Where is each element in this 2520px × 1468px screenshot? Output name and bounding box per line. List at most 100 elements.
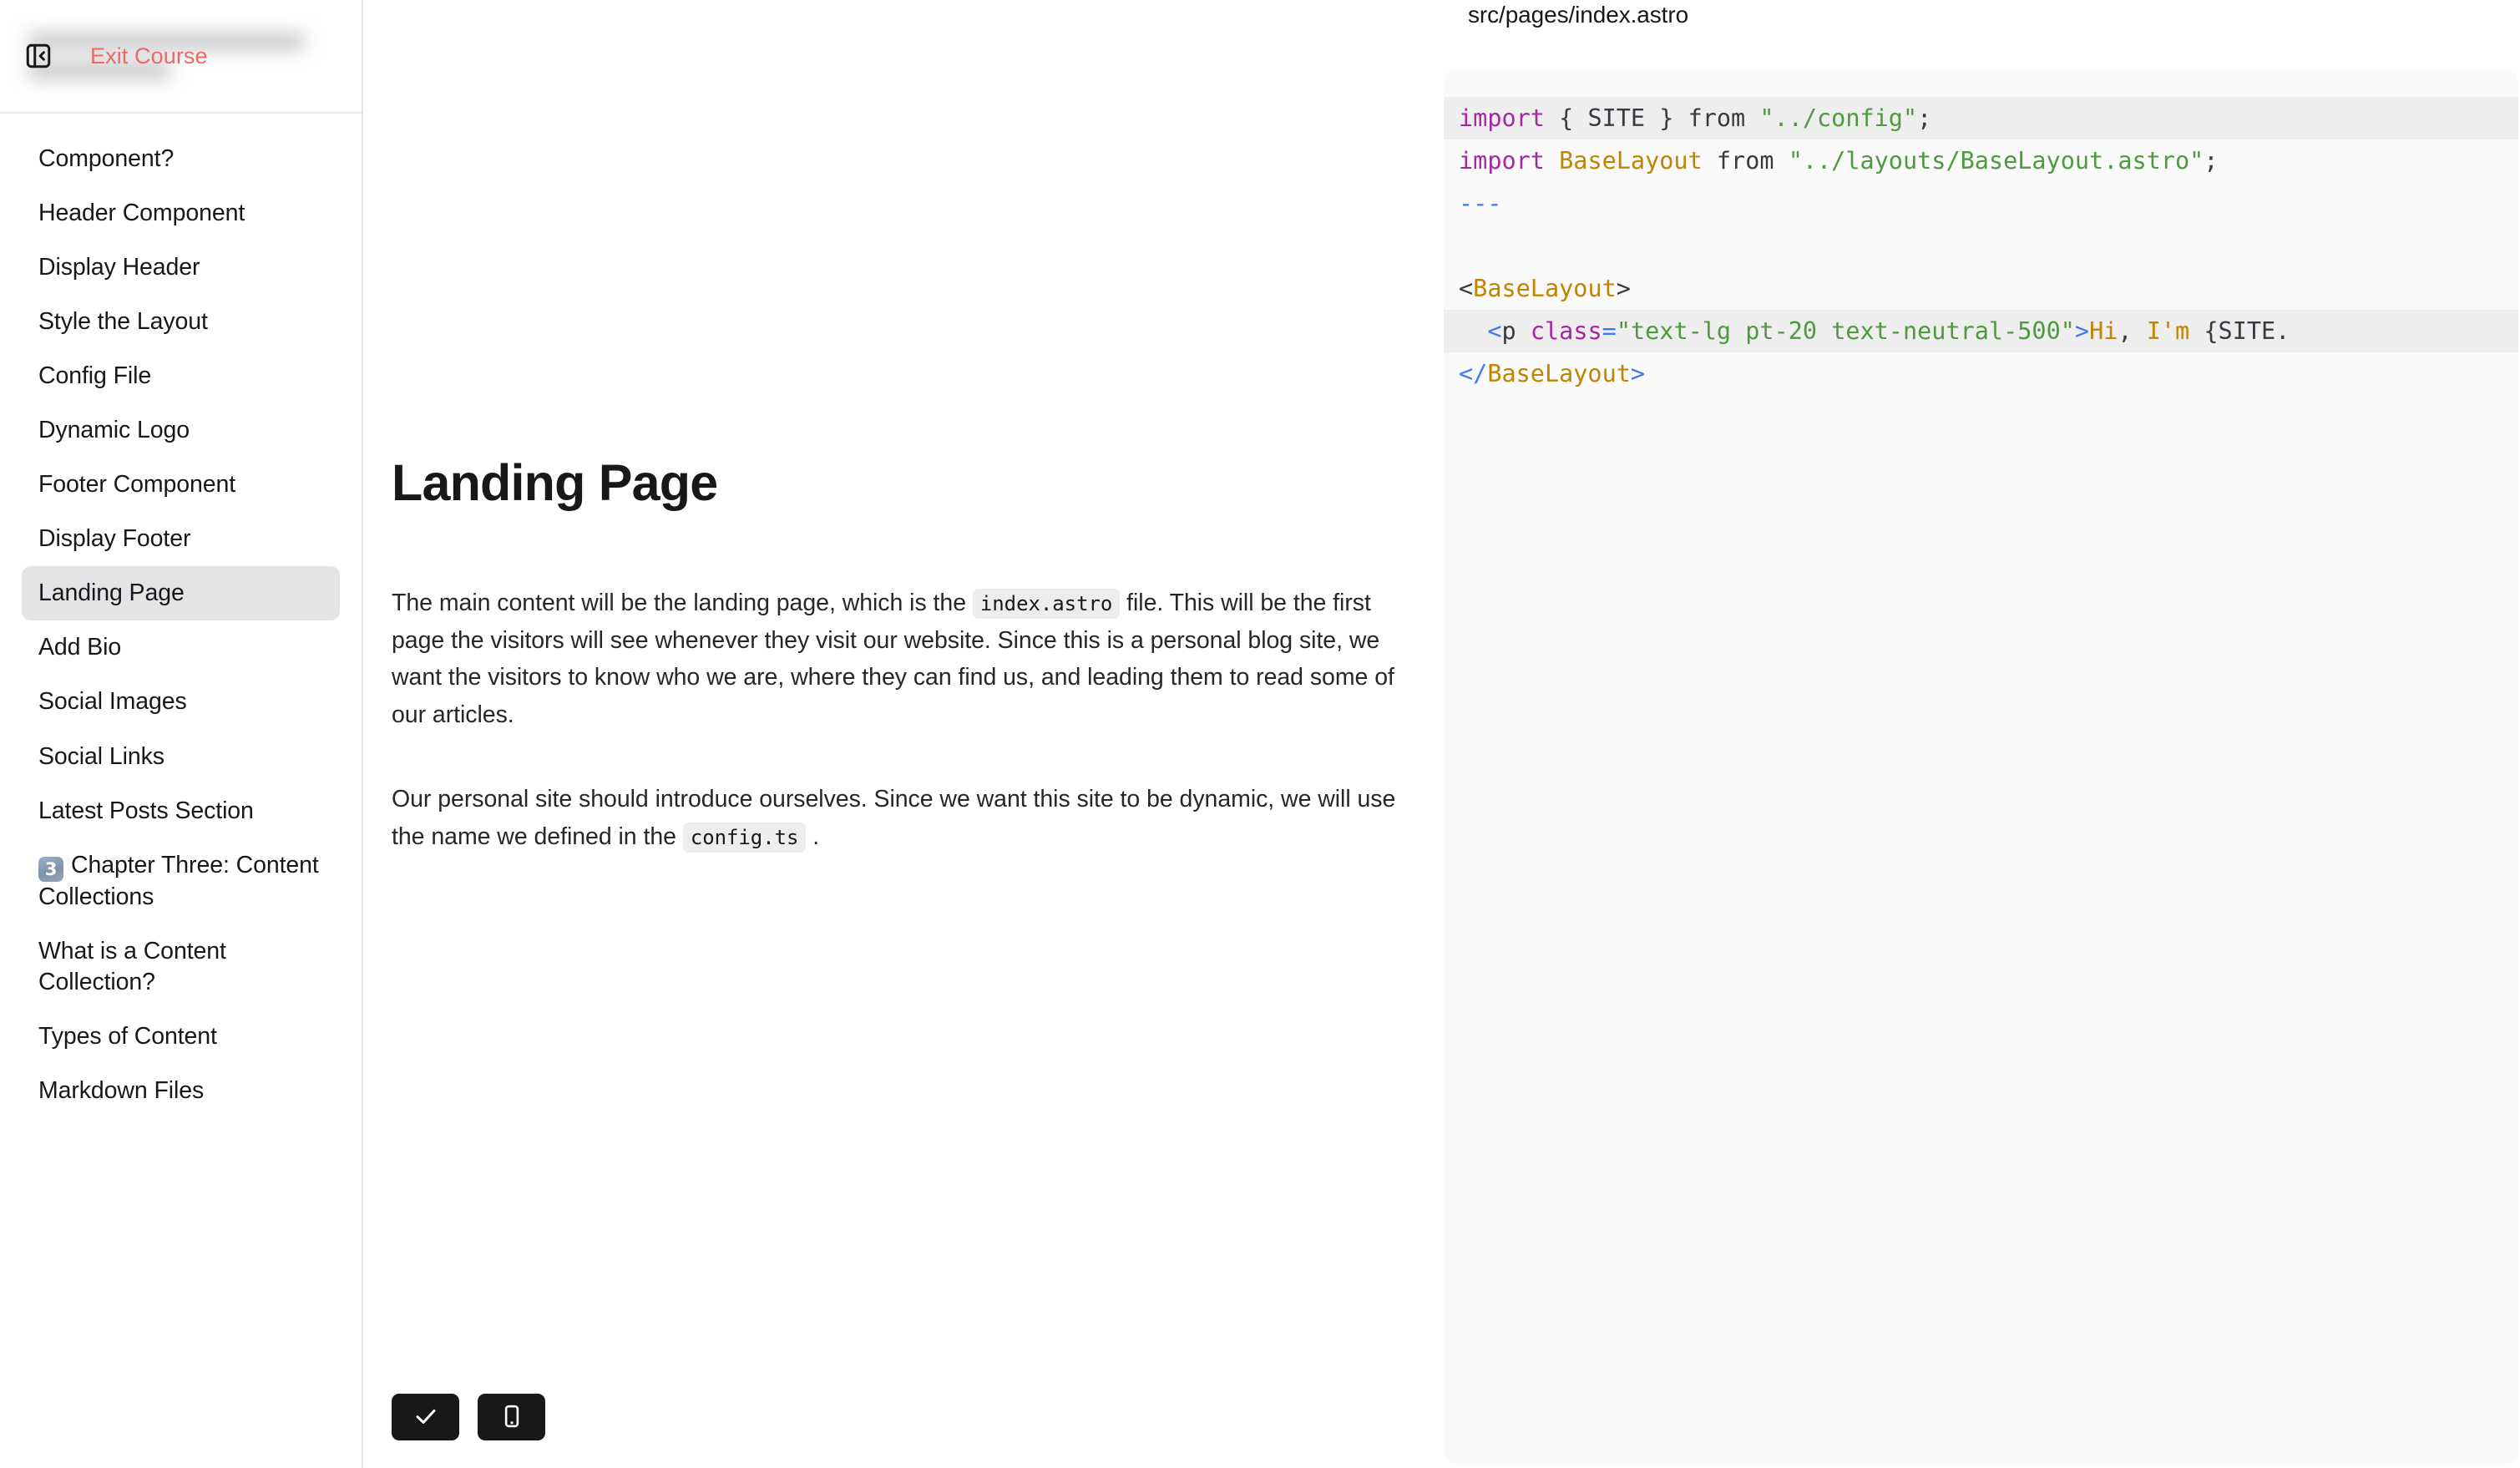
code-token: < [1487,317,1502,345]
mark-complete-button[interactable] [392,1394,459,1440]
smartphone-icon [499,1404,524,1431]
chapter-number-icon: 3 [38,856,63,882]
code-token: ; [1917,104,1932,132]
sidebar-item-label: Header Component [38,200,245,227]
code-token: < [1459,275,1474,302]
page-title: Landing Page [392,454,718,511]
lesson-content-panel: Landing Page The main content will be th… [363,0,1444,1468]
sidebar-item-component[interactable]: Component? [22,132,340,186]
paragraph-1-text-a: The main content will be the landing pag… [392,590,966,616]
sidebar-item-style-the-layout[interactable]: Style the Layout [22,295,340,349]
sidebar-item-label: Footer Component [38,471,236,499]
sidebar-item-label: Markdown Files [38,1076,205,1104]
code-token: > [1616,275,1631,302]
code-token: BaseLayout [1487,360,1631,387]
paragraph-2-text-b: . [812,823,820,850]
sidebar-item-landing-page[interactable]: Landing Page [22,566,340,621]
code-token: import [1459,147,1545,175]
lesson-action-bar [392,1394,545,1440]
code-token: , [2118,317,2147,345]
code-token: class [1530,317,1602,345]
sidebar-item-label: Landing Page [38,580,185,607]
code-filename-label: src/pages/index.astro [1468,2,1689,28]
code-token: {SITE. [2204,317,2290,345]
code-token: from [1688,104,1746,132]
code-block[interactable]: import { SITE } from "../config"; import … [1444,69,2518,1464]
sidebar-item-dynamic-logo[interactable]: Dynamic Logo [22,403,340,458]
code-token: import [1459,104,1545,132]
code-token: p [1501,317,1516,345]
sidebar-item-display-footer[interactable]: Display Footer [22,512,340,566]
sidebar-item-label: Config File [38,362,152,390]
sidebar-item-chapter-three-content-collections[interactable]: 3 Chapter Three: Content Collections [22,838,340,924]
sidebar-item-markdown-files[interactable]: Markdown Files [22,1064,340,1118]
code-line: </BaseLayout> [1444,352,2518,395]
sidebar-item-add-bio[interactable]: Add Bio [22,620,340,675]
code-token: > [2074,317,2090,345]
sidebar-item-label: Component? [38,145,175,172]
lesson-body: The main content will be the landing pag… [392,585,1406,856]
sidebar-item-config-file[interactable]: Config File [22,349,340,403]
sidebar-item-label: Dynamic Logo [38,417,190,444]
sidebar-item-label: What is a Content Collection? [38,937,226,995]
sidebar-item-label: Display Footer [38,525,191,553]
code-line: <BaseLayout> [1444,267,2518,310]
code-token: { [1544,104,1588,132]
sidebar-item-label: Chapter Three: Content Collections [38,851,319,910]
panel-collapse-icon[interactable] [22,39,55,73]
code-token: "../config" [1759,104,1918,132]
sidebar-nav-list: Component? Header Component Display Header… [0,114,362,1468]
code-token: from [1716,147,1774,175]
mobile-preview-button[interactable] [478,1394,545,1440]
inline-code-config-ts: config.ts [682,822,807,853]
code-token: "text-lg pt-20 text-neutral-500" [1616,317,2075,345]
sidebar-item-header-component[interactable]: Header Component [22,186,340,240]
exit-course-link[interactable]: Exit Course [90,43,208,69]
code-token: } [1645,104,1688,132]
paragraph-2-text-a: Our personal site should introduce ourse… [392,786,1396,850]
code-line: import { SITE } from "../config"; [1444,97,2518,139]
code-token: BaseLayout [1559,147,1703,175]
code-token: --- [1459,190,1502,217]
sidebar-item-label: Style the Layout [38,308,208,336]
sidebar-item-display-header[interactable]: Display Header [22,240,340,295]
sidebar-header: Exit Course [0,0,362,114]
code-line: <p class="text-lg pt-20 text-neutral-500… [1444,310,2518,352]
sidebar-item-label: Social Images [38,688,187,716]
course-sidebar: Exit Course Component? Header Component Di… [0,0,363,1468]
sidebar-item-social-images[interactable]: Social Images [22,675,340,729]
code-token: BaseLayout [1473,275,1617,302]
sidebar-item-latest-posts-section[interactable]: Latest Posts Section [22,784,340,838]
sidebar-item-label: Types of Content [38,1022,217,1050]
sidebar-item-label: Latest Posts Section [38,797,254,824]
sidebar-item-social-links[interactable]: Social Links [22,730,340,784]
code-token: ; [2204,147,2219,175]
inline-code-index-astro: index.astro [972,589,1121,619]
code-token: Hi [2089,317,2118,345]
sidebar-item-footer-component[interactable]: Footer Component [22,458,340,512]
code-token: > [1630,360,1646,387]
code-line: --- [1444,182,2518,225]
code-line: import BaseLayout from "../layouts/BaseL… [1444,139,2518,182]
sidebar-item-types-of-content[interactable]: Types of Content [22,1010,340,1064]
code-token: I'm [2146,317,2190,345]
code-token: </ [1459,360,1488,387]
code-token: "../layouts/BaseLayout.astro" [1788,147,2204,175]
check-icon [412,1403,439,1432]
code-token: SITE [1587,104,1646,132]
sidebar-item-what-is-a-content-collection[interactable]: What is a Content Collection? [22,924,340,1010]
code-preview-panel: src/pages/index.astro import { SITE } fr… [1444,0,2520,1468]
sidebar-item-label: Social Links [38,742,164,770]
lesson-paragraph-2: Our personal site should introduce ourse… [392,781,1406,855]
course-app-window: Exit Course Component? Header Component Di… [0,0,2520,1468]
sidebar-item-label: Display Header [38,254,200,281]
lesson-paragraph-1: The main content will be the landing pag… [392,585,1406,733]
